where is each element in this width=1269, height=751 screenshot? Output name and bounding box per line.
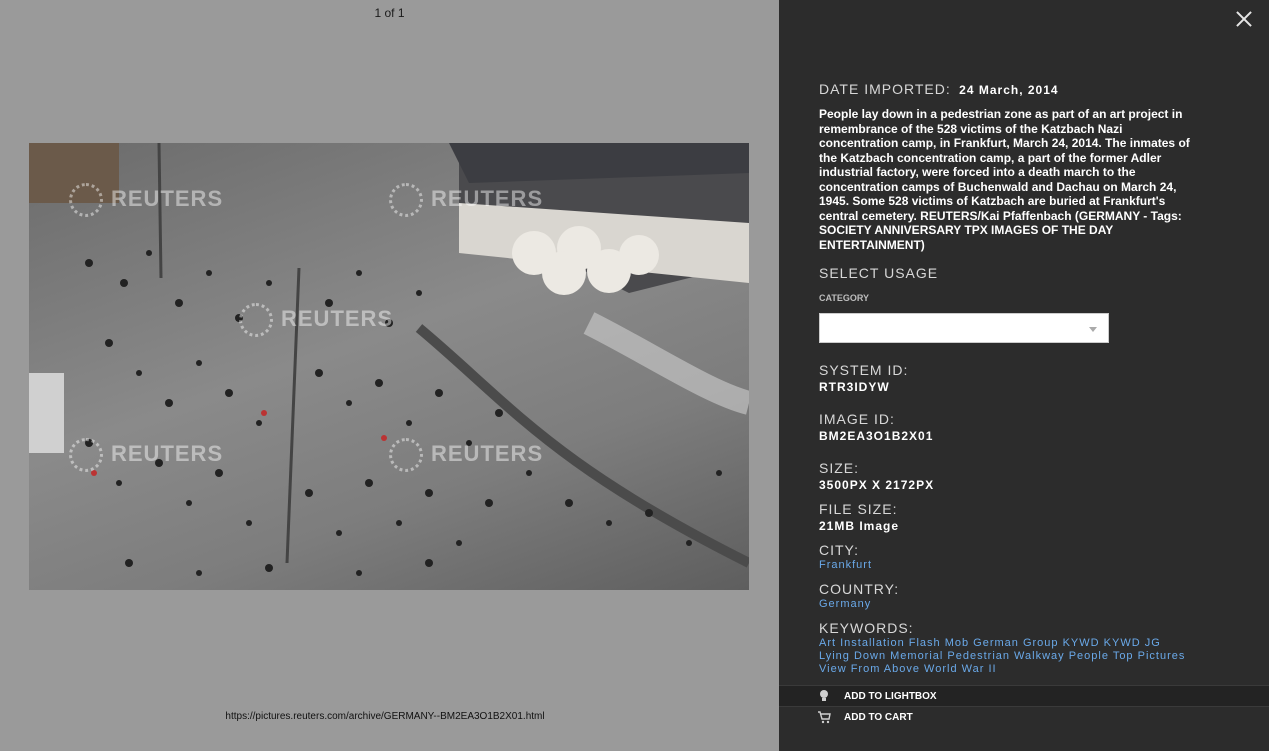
country-link[interactable]: Germany: [819, 598, 871, 610]
date-imported: DATE IMPORTED: 24 March, 2014: [819, 81, 1059, 99]
lightbulb-icon: [820, 690, 828, 701]
add-to-cart-button[interactable]: ADD TO CART: [779, 706, 1269, 727]
image-viewer: 1 of 1 REUTERS REUTERS REUTERS REUTERS R…: [0, 0, 779, 751]
add-to-lightbox-button[interactable]: ADD TO LIGHTBOX: [779, 685, 1269, 706]
action-list: ADD TO LIGHTBOX ADD TO CART: [779, 685, 1269, 727]
watermark: REUTERS: [69, 438, 223, 472]
add-to-lightbox-label: ADD TO LIGHTBOX: [844, 691, 937, 702]
keywords-line[interactable]: View From Above World War II: [819, 663, 1185, 676]
select-usage-heading: SELECT USAGE: [819, 265, 939, 281]
country-label: COUNTRY:: [819, 581, 900, 597]
image-caption: People lay down in a pedestrian zone as …: [819, 107, 1190, 252]
photo[interactable]: REUTERS REUTERS REUTERS REUTERS REUTERS: [29, 143, 749, 590]
system-id-value: RTR3IDYW: [819, 380, 890, 394]
keywords-line[interactable]: Lying Down Memorial Pedestrian Walkway P…: [819, 650, 1185, 663]
date-imported-value: 24 March, 2014: [959, 83, 1059, 97]
keywords-label: KEYWORDS:: [819, 620, 914, 636]
city-link[interactable]: Frankfurt: [819, 559, 872, 571]
date-imported-label: DATE IMPORTED:: [819, 81, 951, 97]
city-label: CITY:: [819, 542, 860, 558]
system-id-label: SYSTEM ID:: [819, 362, 909, 378]
category-select[interactable]: [819, 313, 1109, 343]
watermark: REUTERS: [389, 438, 543, 472]
category-label: CATEGORY: [819, 293, 870, 303]
close-icon[interactable]: [1233, 8, 1255, 30]
source-url[interactable]: https://pictures.reuters.com/archive/GER…: [0, 711, 770, 722]
pager: 1 of 1: [374, 6, 405, 20]
image-id-value: BM2EA3O1B2X01: [819, 429, 934, 443]
watermark: REUTERS: [389, 183, 543, 217]
image-id-label: IMAGE ID:: [819, 411, 895, 427]
file-size-value: 21MB Image: [819, 519, 900, 533]
cart-icon: [818, 711, 831, 724]
keywords-line[interactable]: Art Installation Flash Mob German Group …: [819, 637, 1185, 650]
watermark: REUTERS: [69, 183, 223, 217]
size-label: SIZE:: [819, 460, 860, 476]
keywords-list: Art Installation Flash Mob German Group …: [819, 637, 1185, 676]
info-panel: DATE IMPORTED: 24 March, 2014 People lay…: [779, 0, 1269, 751]
size-value: 3500PX X 2172PX: [819, 478, 935, 492]
file-size-label: FILE SIZE:: [819, 501, 898, 517]
watermark: REUTERS: [239, 303, 393, 337]
add-to-cart-label: ADD TO CART: [844, 712, 913, 723]
